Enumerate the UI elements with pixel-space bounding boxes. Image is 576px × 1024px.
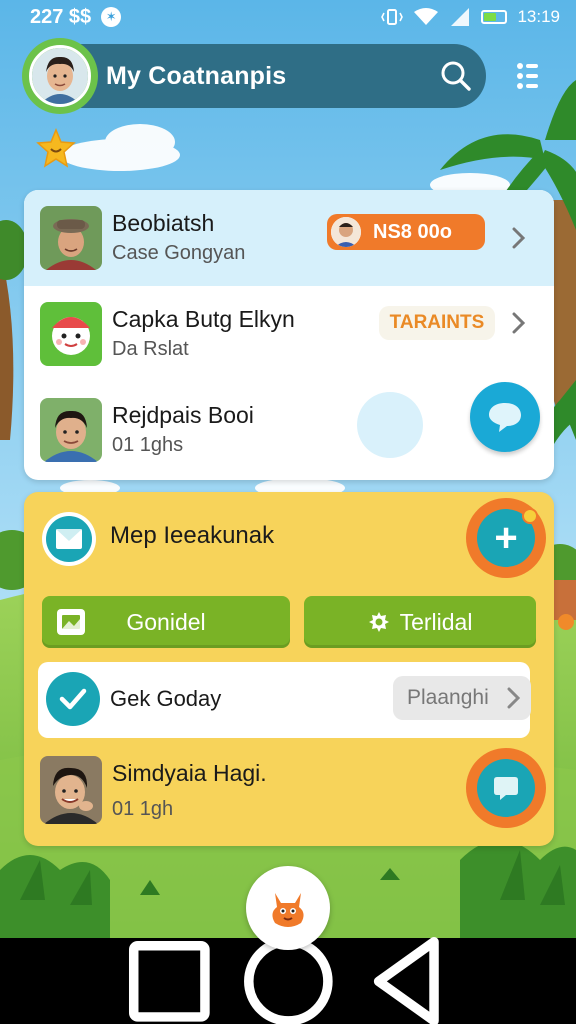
contact-photo [40, 756, 102, 824]
tag-badge-label: TARAINTS [389, 312, 485, 333]
task-pill-label: Plaanghi [407, 686, 489, 709]
task-checkbox[interactable] [46, 672, 100, 726]
tag-badge[interactable]: TARAINTS [379, 306, 495, 340]
chevron-right-icon[interactable] [512, 227, 526, 249]
profile-avatar-image [32, 48, 88, 104]
grid-menu-icon[interactable] [512, 60, 544, 92]
star-badge-icon [36, 128, 76, 168]
search-icon[interactable] [438, 58, 474, 94]
chevron-right-icon [507, 687, 521, 709]
gonidel-button[interactable]: Gonidel [42, 596, 290, 648]
contact-subtitle: 01 1ghs [112, 434, 184, 456]
contact-name: Capka Butg Elkyn [112, 306, 295, 332]
chat-bubble-icon [489, 403, 521, 432]
gear-icon [368, 612, 389, 632]
battery-text: 13:19 [517, 7, 560, 26]
contact-avatar [40, 206, 102, 270]
contact-avatar [40, 302, 102, 366]
contact-subtitle: Da Rslat [112, 338, 189, 360]
status-badge[interactable]: NS8 00o [327, 214, 485, 250]
status-bar: 227 $$ ✶ 13:19 [0, 0, 576, 34]
add-button[interactable]: + [466, 498, 546, 578]
fox-mascot-icon [272, 893, 304, 927]
terlidal-label: Terlidal [399, 608, 473, 635]
system-navigation-bar [0, 936, 576, 1024]
contact-avatar[interactable] [40, 756, 102, 824]
task-row[interactable]: Gek Goday Plaanghi [38, 662, 531, 738]
badge-avatar-image [331, 217, 361, 247]
page-title: My Coatnanpis [106, 61, 287, 90]
panel-title: Mep Ieeakunak [110, 522, 275, 549]
recents-icon[interactable] [110, 922, 229, 1024]
decorative-circle [357, 392, 423, 458]
vibrate-icon [381, 9, 404, 25]
contact-name: Beobiatsh [112, 210, 215, 236]
app-header: My Coatnanpis [22, 38, 486, 114]
contact-row[interactable]: Beobiatsh Case Gongyan NS8 00o [24, 190, 554, 286]
message-icon [494, 777, 518, 800]
image-card-icon [57, 609, 85, 635]
contact-subtitle: 01 1gh [112, 798, 174, 820]
contact-subtitle: Case Gongyan [112, 242, 246, 264]
badge-avatar [331, 217, 361, 247]
chat-button[interactable] [470, 382, 540, 452]
signal-icon [451, 8, 470, 26]
back-icon[interactable] [347, 922, 466, 1024]
nfc-icon: ✶ [101, 7, 122, 27]
mascot-home-button[interactable] [246, 866, 330, 950]
contacts-card: Beobiatsh Case Gongyan NS8 00o Capka But… [24, 190, 554, 480]
terlidal-button[interactable]: Terlidal [304, 596, 536, 648]
tasks-panel: Mep Ieeakunak + Gonidel Terlidal Gek God… [24, 492, 554, 846]
battery-icon [481, 10, 508, 24]
contact-row[interactable]: Rejdpais Booi 01 1ghs [24, 382, 554, 478]
mail-icon [56, 529, 82, 549]
message-button[interactable] [466, 748, 546, 828]
contact-avatar [40, 398, 102, 462]
notification-dot [522, 508, 538, 524]
task-action-pill[interactable]: Plaanghi [393, 676, 531, 720]
chevron-right-icon[interactable] [512, 312, 526, 334]
contact-name: Simdyaia Hagi. [112, 760, 267, 786]
status-right: 13:19 [381, 7, 560, 27]
contact-row[interactable]: Capka Butg Elkyn Da Rslat TARAINTS [24, 286, 554, 382]
contact-name: Rejdpais Booi [112, 402, 254, 428]
contact-cartoon-avatar [40, 302, 102, 366]
check-icon [59, 688, 87, 710]
contact-photo [40, 398, 102, 462]
profile-avatar[interactable] [22, 38, 98, 114]
status-badge-label: NS8 00o [373, 220, 452, 243]
wifi-icon [414, 8, 439, 25]
status-time: 227 $$ [30, 5, 92, 28]
task-label: Gek Goday [110, 686, 222, 711]
contact-photo [40, 206, 102, 270]
status-left: 227 $$ ✶ [30, 5, 122, 29]
panel-icon [42, 512, 96, 566]
gonidel-label: Gonidel [126, 608, 206, 635]
